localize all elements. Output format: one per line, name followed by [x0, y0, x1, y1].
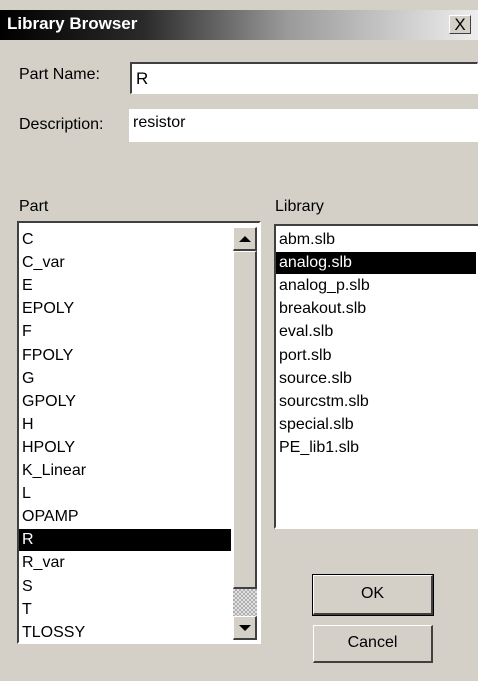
scroll-track[interactable]	[233, 589, 257, 616]
part-name-value: R	[136, 69, 149, 88]
scroll-up-button[interactable]	[233, 227, 257, 251]
list-item[interactable]: OPAMP	[19, 506, 231, 528]
list-item[interactable]: F	[19, 321, 231, 343]
ok-button[interactable]: OK	[312, 574, 434, 616]
list-item[interactable]: EPOLY	[19, 298, 231, 320]
list-item[interactable]: C	[19, 229, 231, 251]
list-item[interactable]: abm.slb	[276, 229, 476, 251]
scroll-down-button[interactable]	[233, 616, 257, 640]
list-item[interactable]: analog.slb	[276, 252, 476, 275]
close-button[interactable]: X	[449, 15, 471, 34]
scroll-thumb[interactable]	[233, 251, 257, 589]
list-item[interactable]: source.slb	[276, 368, 476, 390]
list-item[interactable]: eval.slb	[276, 321, 476, 343]
close-icon: X	[454, 15, 466, 34]
list-item[interactable]: T	[19, 599, 231, 621]
title-bar: Library Browser X	[0, 10, 478, 40]
list-item[interactable]: port.slb	[276, 345, 476, 367]
list-item[interactable]: sourcstm.slb	[276, 391, 476, 413]
library-list-header: Library	[275, 198, 324, 215]
library-list[interactable]: abm.slb analog.slb analog_p.slb breakout.sl…	[274, 224, 478, 529]
list-item[interactable]: HPOLY	[19, 437, 231, 459]
arrow-up-icon	[239, 236, 251, 242]
list-item[interactable]: E	[19, 275, 231, 297]
list-item[interactable]: breakout.slb	[276, 298, 476, 320]
list-item[interactable]: H	[19, 414, 231, 436]
part-list-header: Part	[19, 198, 49, 215]
arrow-down-icon	[239, 625, 251, 631]
library-browser-dialog: Library Browser X Part Name: R Descripti…	[0, 0, 478, 681]
cancel-button[interactable]: Cancel	[313, 625, 433, 663]
part-list[interactable]: C C_var E EPOLY F FPOLY G GPOLY H HPOLY K_Linear L O…	[17, 221, 261, 644]
list-item[interactable]: GPOLY	[19, 391, 231, 413]
list-item[interactable]: FPOLY	[19, 345, 231, 367]
part-name-input[interactable]: R	[130, 62, 478, 94]
list-item[interactable]: special.slb	[276, 414, 476, 436]
window-title: Library Browser	[7, 14, 138, 33]
description-label: Description:	[19, 116, 104, 133]
part-name-label: Part Name:	[19, 66, 100, 83]
description-field: resistor	[129, 109, 478, 142]
part-list-scrollbar[interactable]	[233, 227, 257, 640]
list-item[interactable]: G	[19, 368, 231, 390]
list-item[interactable]: K_Linear	[19, 460, 231, 482]
list-item[interactable]: C_var	[19, 252, 231, 274]
list-item[interactable]: S	[19, 576, 231, 598]
list-item[interactable]: TLOSSY	[19, 622, 231, 642]
list-item[interactable]: R_var	[19, 552, 231, 574]
list-item[interactable]: PE_lib1.slb	[276, 437, 476, 459]
description-value: resistor	[133, 114, 186, 131]
list-item[interactable]: L	[19, 483, 231, 505]
list-item[interactable]: analog_p.slb	[276, 275, 476, 297]
list-item[interactable]: R	[19, 529, 231, 552]
